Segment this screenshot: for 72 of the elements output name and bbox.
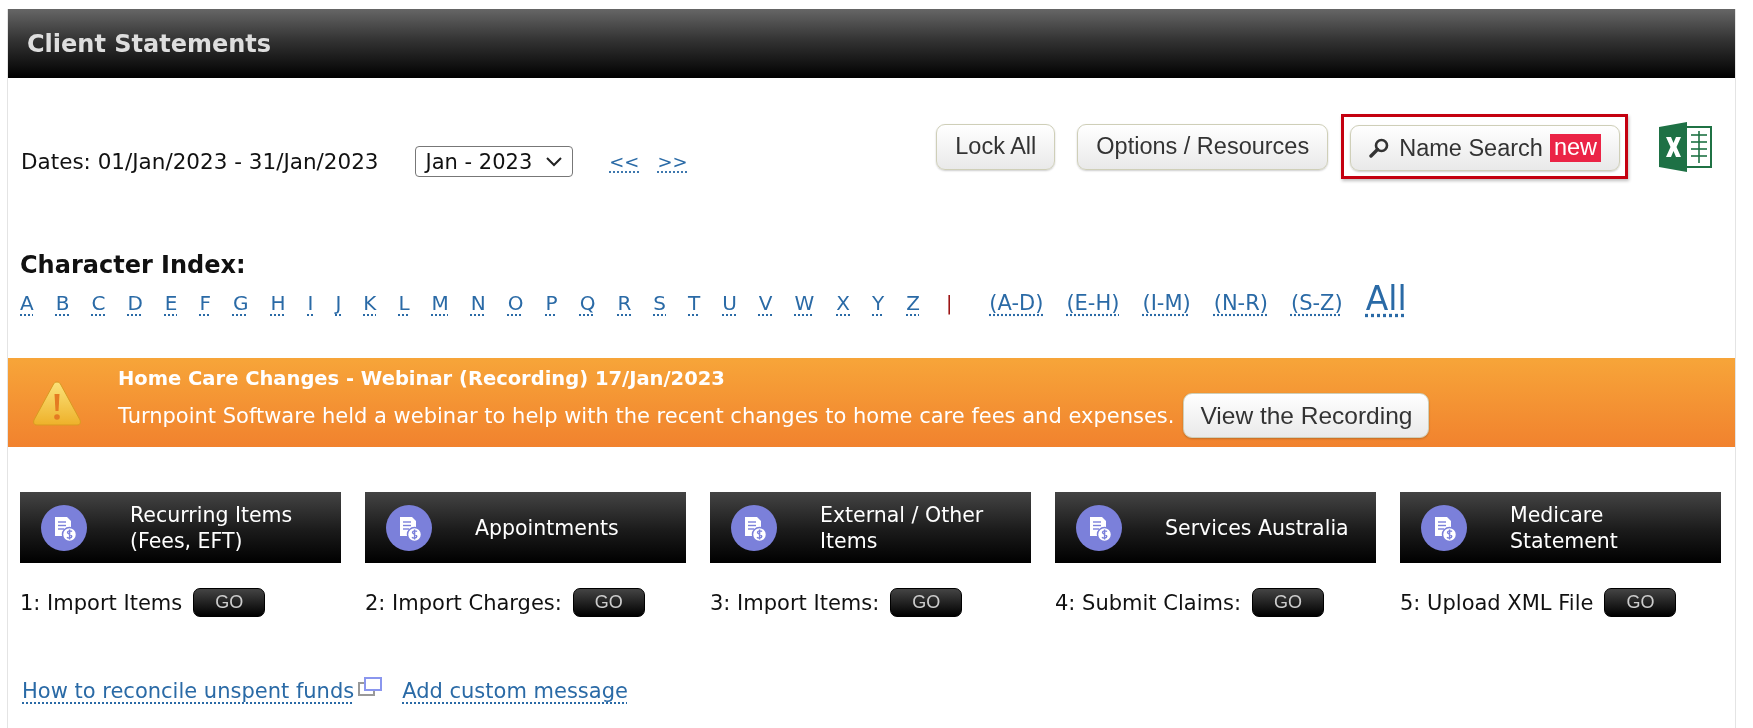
letter-link[interactable]: H xyxy=(270,291,286,315)
letter-link[interactable]: S xyxy=(653,291,666,315)
letter-link[interactable]: L xyxy=(398,291,410,315)
letter-link[interactable]: W xyxy=(794,291,815,315)
step-label: 1: Import Items xyxy=(20,590,183,615)
letter-link[interactable]: M xyxy=(431,291,449,315)
letter-link[interactable]: I xyxy=(307,291,314,315)
letter-link[interactable]: C xyxy=(91,291,106,315)
letter-link[interactable]: A xyxy=(20,291,34,315)
banner-title: Home Care Changes - Webinar (Recording) 17/Jan/2023 xyxy=(118,367,726,391)
help-link[interactable]: How to reconcile unspent funds xyxy=(22,679,355,703)
help-link[interactable]: Add custom message xyxy=(402,679,628,703)
letter-link[interactable]: X xyxy=(836,291,851,315)
view-recording-button[interactable]: View the Recording xyxy=(1183,393,1430,438)
letter-link[interactable]: V xyxy=(758,291,773,315)
letter-link[interactable]: D xyxy=(127,291,143,315)
step-label: 4: Submit Claims: xyxy=(1055,590,1241,615)
page-title: Client Statements xyxy=(27,29,272,58)
letter-link[interactable]: J xyxy=(335,291,342,315)
new-badge: new xyxy=(1549,134,1601,162)
letter-range-link[interactable]: (E-H) xyxy=(1066,291,1120,315)
letter-link[interactable]: E xyxy=(164,291,178,315)
letter-link[interactable]: Q xyxy=(579,291,596,315)
letter-link[interactable]: F xyxy=(199,291,211,315)
letter-link[interactable]: B xyxy=(55,291,70,315)
letter-link[interactable]: K xyxy=(363,291,377,315)
letter-link[interactable]: P xyxy=(545,291,558,315)
go-button[interactable]: GO xyxy=(193,588,266,617)
step-title: Medicare Statement xyxy=(1510,501,1618,554)
separator-mark: | xyxy=(945,292,953,314)
letter-range-link[interactable]: (N-R) xyxy=(1213,291,1268,315)
letter-link[interactable]: Y xyxy=(872,291,885,315)
letter-range-link[interactable]: (S-Z) xyxy=(1291,291,1343,315)
go-button[interactable]: GO xyxy=(1251,588,1324,617)
banner-message: Turnpoint Software held a webinar to help with the recent changes to home care fees and expenses. xyxy=(118,403,1175,428)
chevron-down-icon xyxy=(546,156,563,167)
step-label: 2: Import Charges: xyxy=(365,590,562,615)
letter-range-link[interactable]: (I-M) xyxy=(1142,291,1191,315)
invoice-coin-icon xyxy=(1421,504,1467,551)
letter-link[interactable]: O xyxy=(507,291,524,315)
letter-link[interactable]: R xyxy=(617,291,632,315)
spreadsheet-icon[interactable] xyxy=(1657,120,1713,173)
toolbar-button[interactable]: Options / Resources xyxy=(1077,123,1329,170)
letter-link[interactable]: U xyxy=(722,291,737,315)
toolbar-button[interactable]: Lock All xyxy=(936,123,1056,170)
step-title: Appointments xyxy=(475,514,619,541)
date-range: Dates: 01/Jan/2023 - 31/Jan/2023 xyxy=(21,149,379,174)
letter-link[interactable]: T xyxy=(688,291,701,315)
go-button[interactable]: GO xyxy=(890,588,963,617)
invoice-coin-icon xyxy=(386,504,432,551)
step-title: External / Other Items xyxy=(820,501,984,554)
step-title: Recurring Items (Fees, EFT) xyxy=(130,501,293,554)
invoice-coin-icon xyxy=(41,504,87,551)
invoice-coin-icon xyxy=(1076,504,1122,551)
step-label: 3: Import Items: xyxy=(710,590,880,615)
name-search-button[interactable]: Name Search new xyxy=(1350,125,1620,171)
letter-link[interactable]: G xyxy=(232,291,249,315)
warning-icon xyxy=(32,379,82,426)
previous-link[interactable]: << xyxy=(609,151,640,172)
letter-link[interactable]: N xyxy=(470,291,486,315)
go-button[interactable]: GO xyxy=(572,588,645,617)
letter-link[interactable]: Z xyxy=(906,291,920,315)
character-index-heading: Character Index: xyxy=(20,251,246,279)
step-title: Services Australia xyxy=(1165,514,1349,541)
all-link[interactable]: All xyxy=(1365,279,1407,318)
next-link[interactable]: >> xyxy=(657,151,688,172)
invoice-coin-icon xyxy=(731,504,777,551)
step-label: 5: Upload XML File xyxy=(1400,590,1594,615)
letter-range-link[interactable]: (A-D) xyxy=(989,291,1044,315)
search-icon xyxy=(1369,138,1390,158)
month-select[interactable]: Jan - 2023 xyxy=(414,146,574,177)
go-button[interactable]: GO xyxy=(1604,588,1677,617)
